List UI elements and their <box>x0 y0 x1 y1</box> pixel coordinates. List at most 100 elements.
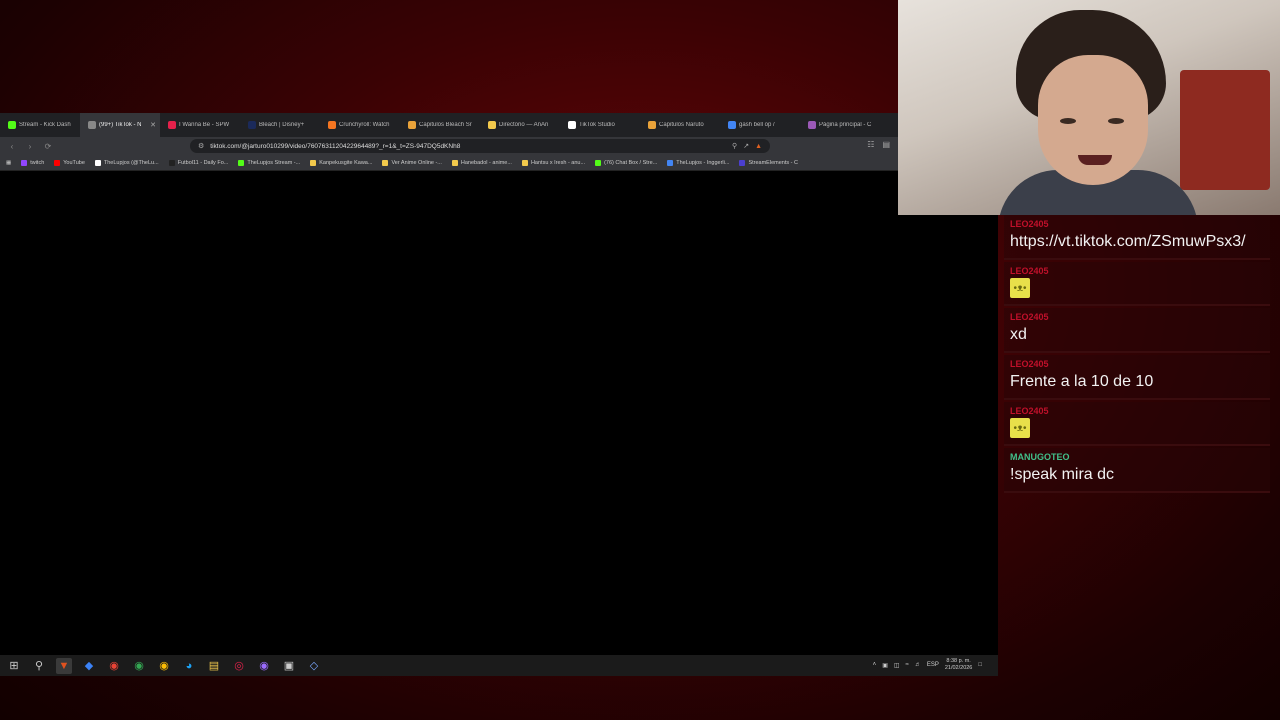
browser-tab[interactable]: Stream - Kick Dash <box>0 113 80 137</box>
bookmark-item[interactable]: TheLupjos (@TheLu... <box>94 159 159 166</box>
brave-browser-icon[interactable]: ▼ <box>56 657 72 674</box>
browser-tab[interactable]: I Wanna Be - SPW <box>160 113 240 137</box>
bookmark-item[interactable]: StreamElements - C <box>739 159 798 166</box>
chrome-icon-2[interactable]: ◉ <box>131 658 147 674</box>
chat-text: !speak mira dc <box>1010 466 1115 483</box>
chat-username: MANUGOTEO <box>1010 452 1070 462</box>
browser-tab[interactable]: TikTok Studio <box>560 113 640 137</box>
apps-icon[interactable]: ▦ <box>6 160 11 166</box>
bookmark-item[interactable]: Futbol11 - Daily Fo... <box>168 159 228 166</box>
notification-icon[interactable]: □ <box>978 662 982 668</box>
chat-username: LEO2405 <box>1010 359 1049 369</box>
chat-message: LEO2405 xd <box>1004 308 1270 353</box>
bookmark-item[interactable]: TheLupjos Stream -... <box>238 159 300 166</box>
bookmark-label: Hanebadol - anime... <box>460 159 512 166</box>
tab-favicon-icon <box>168 121 176 129</box>
bookmark-item[interactable]: Hanebadol - anime... <box>451 159 512 166</box>
windows-start-icon[interactable]: ⊞ <box>6 658 22 674</box>
bookmark-favicon-icon <box>310 159 317 166</box>
browser-tab[interactable]: Directorio — AnAn <box>480 113 560 137</box>
browser-tab[interactable]: Crunchyroll: Watch <box>320 113 400 137</box>
browser-tab[interactable]: Página principal - C <box>800 113 880 137</box>
reload-icon[interactable]: ⟳ <box>42 142 54 151</box>
bookmark-favicon-icon <box>739 159 746 166</box>
bookmark-item[interactable]: twitch <box>21 159 45 166</box>
bookmark-item[interactable]: YouTube <box>54 159 85 166</box>
network-icon[interactable]: ◫ <box>894 662 900 669</box>
bookmark-item[interactable]: Hantsu x Iresh - anu... <box>521 159 585 166</box>
bookmark-favicon-icon <box>94 159 101 166</box>
file-explorer-icon[interactable]: ▤ <box>206 658 222 674</box>
browser-tab[interactable]: gash bell op / <box>720 113 800 137</box>
captured-screen: Stream - Kick Dash (99+) TikTok - N ✕ I Wan… <box>0 113 998 676</box>
tab-label: Stream - Kick Dash <box>19 122 71 128</box>
bookmark-favicon-icon <box>667 159 674 166</box>
chat-overlay: LEO2405 https://vt.tiktok.com/ZSmuwPsx3/L… <box>1004 215 1270 495</box>
app-icon-2[interactable]: ◇ <box>306 658 322 674</box>
bookmark-label: (76) Chat Box / Stre... <box>604 159 658 166</box>
chrome-icon-3[interactable]: ◉ <box>156 658 172 674</box>
address-bar[interactable]: ⚙ tiktok.com/@jarturo010299/video/760763… <box>190 139 770 153</box>
clock-date: 21/02/2026 <box>944 665 973 671</box>
share-icon[interactable]: ↗ <box>743 142 749 150</box>
tab-label: gash bell op / <box>739 122 775 128</box>
tab-label: TikTok Studio <box>579 122 615 128</box>
chat-text: xd <box>1010 326 1027 343</box>
bookmark-favicon-icon <box>21 159 28 166</box>
bookmark-favicon-icon <box>382 159 389 166</box>
extensions-icon[interactable]: ☷ <box>867 140 874 149</box>
bookmark-favicon-icon <box>54 159 61 166</box>
chat-username: LEO2405 <box>1010 312 1049 322</box>
browser-tab[interactable]: Capitulos Bleach Sr <box>400 113 480 137</box>
site-info-icon[interactable]: ⚙ <box>198 142 204 150</box>
tab-label: (99+) TikTok - N <box>99 122 142 128</box>
wifi-icon[interactable]: ≈ <box>906 662 909 668</box>
brave-shield-icon[interactable]: ▲ <box>755 143 762 150</box>
tab-label: Página principal - C <box>819 122 872 128</box>
edge-icon[interactable]: ◕ <box>181 658 197 674</box>
chrome-icon[interactable]: ◉ <box>106 658 122 674</box>
bookmark-label: twitch <box>30 159 45 166</box>
language-indicator[interactable]: ESP <box>927 662 939 668</box>
obs-icon[interactable]: ◎ <box>231 658 247 674</box>
address-bar-url: tiktok.com/@jarturo010299/video/76076311… <box>210 142 461 150</box>
clock-time: 8:38 p. m. <box>946 658 971 664</box>
chat-text: https://vt.tiktok.com/ZSmuwPsx3/ <box>1010 233 1246 250</box>
forward-icon[interactable]: › <box>24 142 36 151</box>
browser-tab[interactable]: (99+) TikTok - N ✕ <box>80 113 160 137</box>
capcut-icon[interactable]: ▣ <box>281 658 297 674</box>
back-icon[interactable]: ‹ <box>6 142 18 151</box>
tab-favicon-icon <box>88 121 96 129</box>
chat-username: LEO2405 <box>1010 266 1049 276</box>
bookmark-item[interactable]: Ver Anime Online -... <box>382 159 442 166</box>
chat-emote-icon: •ᴥ• <box>1010 278 1030 298</box>
browser-tab[interactable]: Capitulos Naruto <box>640 113 720 137</box>
clock[interactable]: 8:38 p. m. 21/02/2026 <box>945 658 973 672</box>
windows-taskbar: ⊞ ⚲ ▼ ◆ ◉ ◉ ◉ ◕ ▤ ◎ ◉ ▣ ◇ ˄ ▣ ◫ ≈ ♬ ESP … <box>0 655 998 676</box>
tab-favicon-icon <box>248 121 256 129</box>
bookmark-item[interactable]: TheLupjos - Inggerli... <box>667 159 729 166</box>
zoom-icon[interactable]: ⚲ <box>732 142 737 150</box>
tab-favicon-icon <box>328 121 336 129</box>
chat-message: LEO2405 https://vt.tiktok.com/ZSmuwPsx3/ <box>1004 215 1270 260</box>
tab-favicon-icon <box>568 121 576 129</box>
search-icon[interactable]: ⚲ <box>31 658 47 674</box>
chat-text: Frente a la 10 de 10 <box>1010 373 1154 390</box>
bookmark-label: YouTube <box>63 159 85 166</box>
bookmark-item[interactable]: Kanpekusgite Kawa... <box>310 159 372 166</box>
bookmark-favicon-icon <box>451 159 458 166</box>
chat-username: LEO2405 <box>1010 406 1049 416</box>
chat-emote-icon: •ᴥ• <box>1010 418 1030 438</box>
discord-icon[interactable]: ◉ <box>256 658 272 674</box>
browser-tab[interactable]: Bleach | Disney+ <box>240 113 320 137</box>
tray-chevron-icon[interactable]: ˄ <box>873 662 877 668</box>
tab-favicon-icon <box>488 121 496 129</box>
app-icon[interactable]: ◆ <box>81 658 97 674</box>
volume-icon[interactable]: ♬ <box>915 662 921 668</box>
sidebar-icon[interactable]: ▤ <box>882 140 890 149</box>
browser-nav-bar: ‹ › ⟳ □ ⚙ tiktok.com/@jarturo010299/vide… <box>0 137 898 155</box>
bookmark-item[interactable]: (76) Chat Box / Stre... <box>595 159 658 166</box>
close-tab-icon[interactable]: ✕ <box>150 121 156 129</box>
tray-app-icon[interactable]: ▣ <box>882 662 888 669</box>
chat-message: MANUGOTEO !speak mira dc <box>1004 448 1270 493</box>
